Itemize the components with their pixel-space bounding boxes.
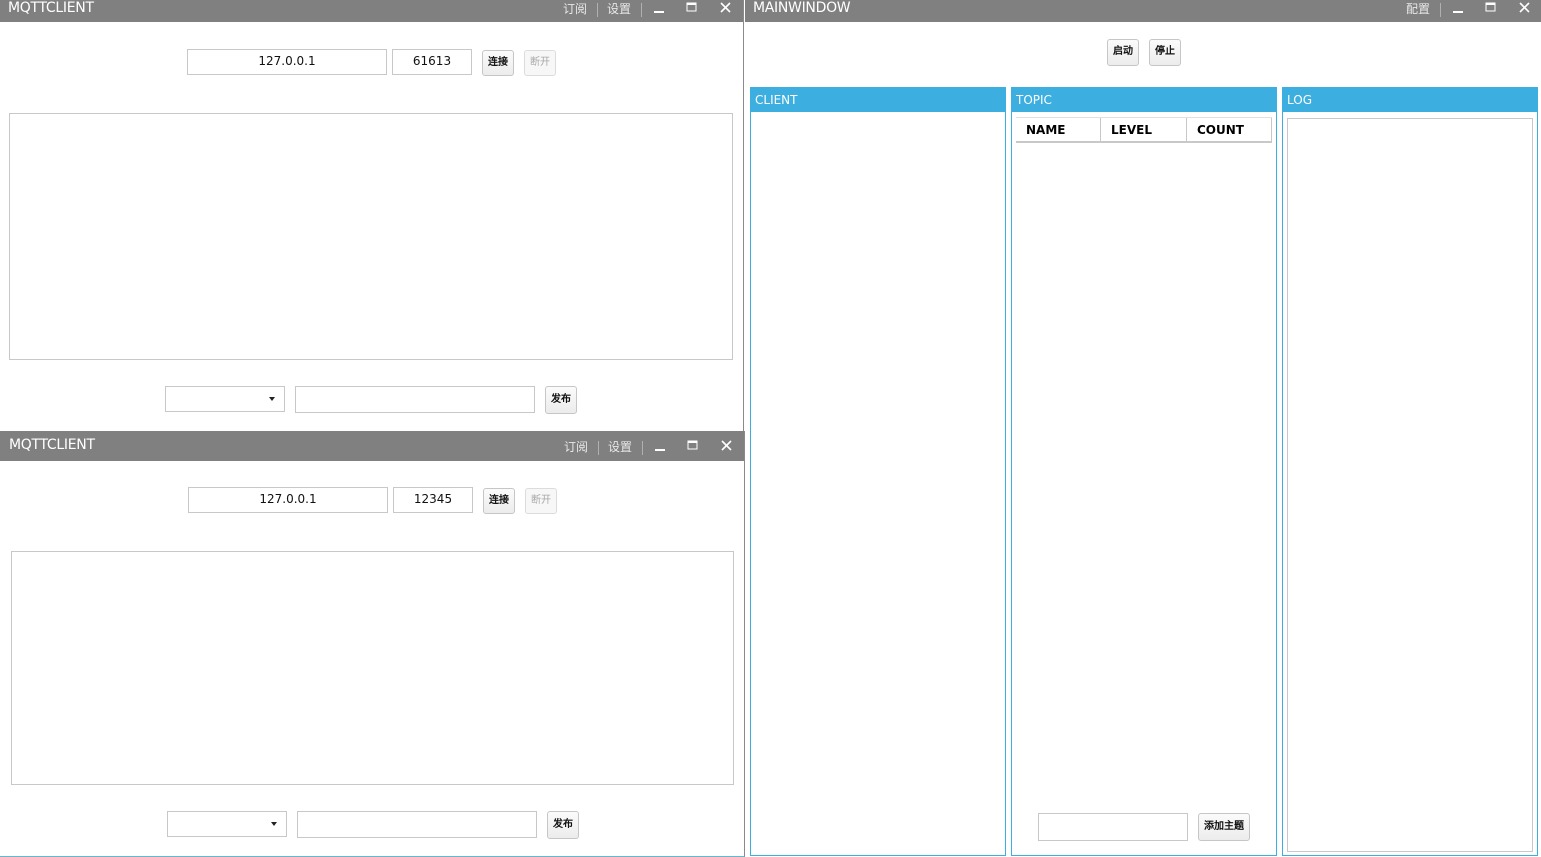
dropdown-arrow-icon [269,397,275,401]
message-input[interactable] [297,811,537,838]
minimize-icon[interactable] [1448,0,1468,20]
host-input[interactable]: 127.0.0.1 [188,487,388,513]
close-icon[interactable] [717,438,737,458]
subscribe-button[interactable]: 订阅 [563,0,587,17]
topic-grid-header: NAME LEVEL COUNT [1016,117,1272,143]
maximize-icon[interactable] [683,438,703,458]
topic-panel-header: TOPIC [1012,88,1276,112]
window-title: MAINWINDOW [753,0,851,16]
titlebar-divider [642,441,643,455]
close-icon[interactable] [716,0,736,20]
topic-select[interactable] [167,811,287,837]
settings-button[interactable]: 设置 [608,438,632,455]
config-button[interactable]: 配置 [1406,0,1430,17]
titlebar[interactable]: MQTTCLIENT 订阅 设置 [0,0,743,22]
column-count[interactable]: COUNT [1187,118,1272,142]
port-input[interactable]: 61613 [392,49,472,75]
titlebar-divider [641,3,642,17]
titlebar-divider [598,441,599,455]
close-icon[interactable] [1515,0,1535,20]
start-button[interactable]: 启动 [1107,39,1139,66]
column-level[interactable]: LEVEL [1101,118,1187,142]
topic-panel: TOPIC NAME LEVEL COUNT 添加主题 [1011,87,1277,856]
log-panel-header: LOG [1283,88,1537,112]
add-topic-input[interactable] [1038,813,1188,841]
add-topic-button[interactable]: 添加主题 [1198,813,1250,841]
stop-button[interactable]: 停止 [1149,39,1181,66]
publish-button[interactable]: 发布 [547,811,579,839]
settings-button[interactable]: 设置 [607,0,631,17]
window-title: MQTTCLIENT [9,437,95,453]
maximize-icon[interactable] [682,0,702,20]
client-panel-header: CLIENT [751,88,1005,112]
disconnect-button[interactable]: 断开 [525,488,557,514]
publish-button[interactable]: 发布 [545,386,577,414]
mqtt-client-window-2: MQTTCLIENT 订阅 设置 127.0.0.1 12345 连接 断开 发… [0,431,745,857]
message-input[interactable] [295,386,535,413]
column-name[interactable]: NAME [1016,118,1101,142]
mqtt-client-window-1: MQTTCLIENT 订阅 设置 127.0.0.1 61613 连接 断开 发… [0,0,744,431]
main-window: MAINWINDOW 配置 启动 停止 CLIENT TOPIC NAME LE… [745,0,1541,857]
titlebar[interactable]: MAINWINDOW 配置 [745,0,1541,22]
client-panel: CLIENT [750,87,1006,856]
titlebar-divider [597,3,598,17]
dropdown-arrow-icon [271,822,277,826]
connect-button[interactable]: 连接 [483,488,515,514]
connect-button[interactable]: 连接 [482,50,514,76]
window-title: MQTTCLIENT [8,0,94,16]
titlebar[interactable]: MQTTCLIENT 订阅 设置 [0,431,744,461]
topic-select[interactable] [165,386,285,412]
maximize-icon[interactable] [1481,0,1501,20]
minimize-icon[interactable] [649,0,669,20]
titlebar-divider [1440,3,1441,17]
log-panel: LOG [1282,87,1538,856]
port-input[interactable]: 12345 [393,487,473,513]
minimize-icon[interactable] [650,438,670,458]
message-log[interactable] [11,551,734,785]
message-log[interactable] [9,113,733,360]
disconnect-button[interactable]: 断开 [524,50,556,76]
host-input[interactable]: 127.0.0.1 [187,49,387,75]
log-output[interactable] [1287,118,1533,852]
subscribe-button[interactable]: 订阅 [564,438,588,455]
